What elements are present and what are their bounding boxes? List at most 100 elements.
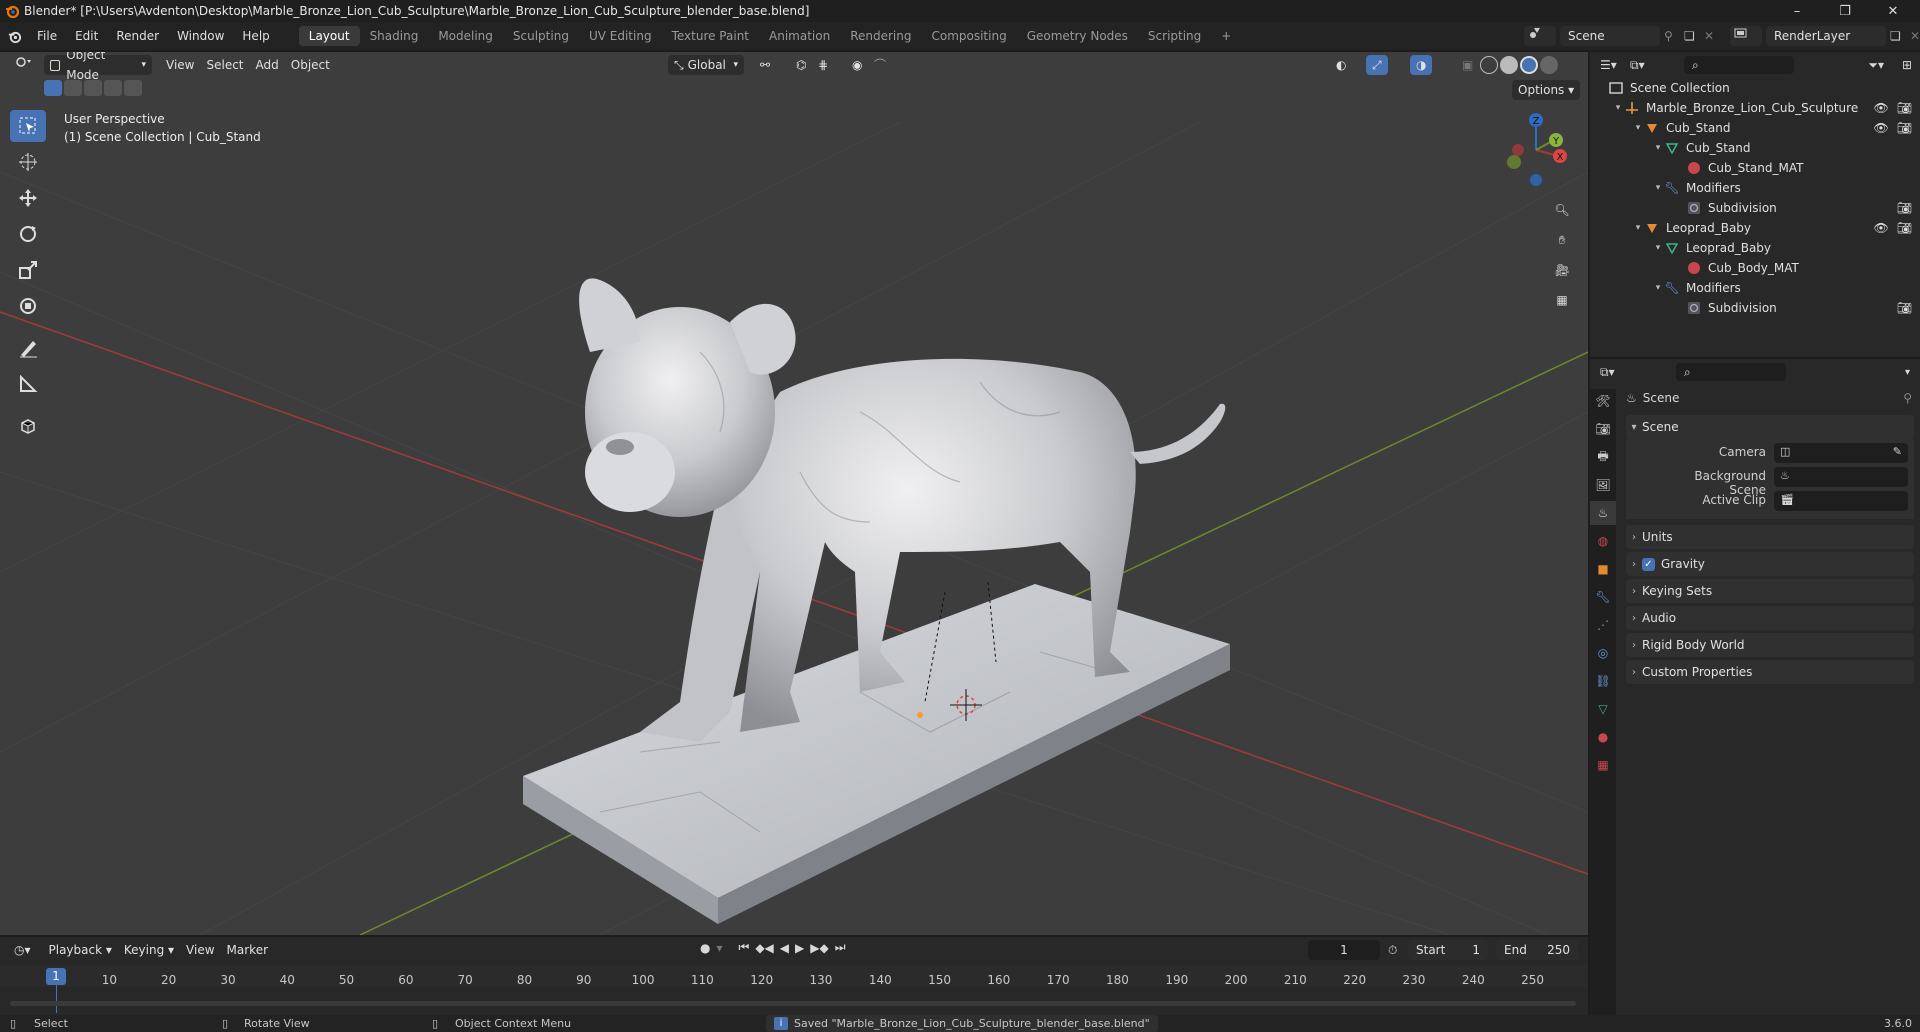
camera-icon[interactable]: 📷︎: [1897, 221, 1912, 235]
tab-modeling[interactable]: Modeling: [428, 26, 503, 46]
perspective-toggle-icon[interactable]: ▦: [1550, 288, 1574, 312]
add-cube-tool[interactable]: [10, 410, 46, 442]
view-layer-field[interactable]: RenderLayer: [1766, 26, 1886, 46]
menu-window[interactable]: Window: [168, 26, 233, 46]
rigid-body-world-panel-header[interactable]: › Rigid Body World: [1626, 633, 1914, 657]
eyedropper-icon[interactable]: ✎: [1893, 445, 1902, 458]
close-button[interactable]: ✕: [1870, 0, 1916, 22]
menu-render[interactable]: Render: [107, 26, 168, 46]
gizmo-toggle-icon[interactable]: ⤢: [1366, 55, 1388, 75]
gizmo-neg-x[interactable]: [1512, 144, 1524, 156]
scene-tab-icon[interactable]: ♨: [1590, 501, 1616, 525]
editor-type-icon[interactable]: [8, 55, 38, 75]
camera-icon[interactable]: 📷︎: [1897, 101, 1912, 115]
pivot-point-icon[interactable]: ⚯: [754, 55, 776, 75]
jump-end-icon[interactable]: ⏭: [835, 940, 846, 955]
eye-icon[interactable]: 👁︎: [1874, 101, 1889, 115]
expand-arrow-icon[interactable]: ▾: [1652, 183, 1664, 193]
gravity-checkbox[interactable]: ✓: [1642, 557, 1655, 571]
cursor-tool[interactable]: [10, 146, 46, 178]
current-frame-field[interactable]: 1: [1308, 940, 1380, 960]
view-layer-browse-icon[interactable]: [1730, 26, 1762, 46]
marker-menu[interactable]: Marker: [221, 940, 274, 960]
subtract-selection-icon[interactable]: [84, 80, 102, 96]
expand-arrow-icon[interactable]: ▾: [1652, 243, 1664, 253]
view-menu[interactable]: View: [160, 55, 200, 75]
timeline-scrollbar[interactable]: [10, 1001, 1576, 1006]
play-reverse-icon[interactable]: ◀: [780, 941, 789, 955]
overlay-toggle-icon[interactable]: ◑: [1410, 55, 1433, 75]
zoom-icon[interactable]: 🔍︎: [1550, 198, 1574, 222]
keying-sets-panel-header[interactable]: › Keying Sets: [1626, 579, 1914, 603]
camera-icon[interactable]: 📷︎: [1897, 201, 1912, 215]
remove-view-layer-icon[interactable]: ✕: [1910, 29, 1920, 43]
pan-hand-icon[interactable]: ✋︎: [1550, 228, 1574, 252]
physics-tab-icon[interactable]: ◎: [1590, 641, 1616, 665]
transform-tool[interactable]: [10, 290, 46, 322]
transform-orientation-dropdown[interactable]: ⤡ Global ▾: [668, 55, 744, 75]
rotate-tool[interactable]: [10, 218, 46, 250]
world-tab-icon[interactable]: ◍: [1590, 529, 1616, 553]
audio-panel-header[interactable]: › Audio: [1626, 606, 1914, 630]
outliner-row-modifiers[interactable]: ▾ 🔧︎ Modifiers: [1590, 278, 1920, 298]
outliner-row-leoprad-baby-mesh[interactable]: ▾ Leoprad_Baby: [1590, 238, 1920, 258]
constraints-tab-icon[interactable]: ⛓︎: [1590, 669, 1616, 693]
end-frame-field[interactable]: End 250: [1496, 940, 1578, 960]
set-selection-icon[interactable]: [44, 80, 62, 96]
pin-icon[interactable]: ⚲: [1664, 29, 1680, 43]
start-frame-field[interactable]: Start 1: [1408, 940, 1488, 960]
prev-keyframe-icon[interactable]: ◆◀: [755, 941, 773, 955]
pin-icon[interactable]: ⚲: [1903, 391, 1912, 405]
outliner-row-cub-body-mat[interactable]: Cub_Body_MAT: [1590, 258, 1920, 278]
mode-dropdown[interactable]: Object Mode ▾: [44, 52, 152, 82]
camera-field[interactable]: ◫ ✎: [1774, 443, 1908, 463]
proportional-edit-icon[interactable]: ◉: [846, 55, 868, 75]
units-panel-header[interactable]: › Units: [1626, 525, 1914, 549]
xray-icon[interactable]: ▣: [1456, 55, 1479, 75]
tab-uv-editing[interactable]: UV Editing: [579, 26, 662, 46]
outliner-row-subdivision[interactable]: Subdivision 📷︎: [1590, 298, 1920, 318]
tab-shading[interactable]: Shading: [360, 26, 429, 46]
scene-name-field[interactable]: Scene: [1560, 26, 1660, 46]
timeline-editor-type-icon[interactable]: ◷▾: [8, 940, 37, 960]
particles-tab-icon[interactable]: ⋰: [1590, 613, 1616, 637]
3d-viewport[interactable]: Object Mode ▾ View Select Add Object ⤡ G…: [0, 52, 1588, 935]
rendered-shading-icon[interactable]: [1540, 56, 1558, 74]
display-mode-icon[interactable]: ⧉▾: [1630, 58, 1660, 73]
intersect-selection-icon[interactable]: [124, 80, 142, 96]
material-preview-shading-icon[interactable]: [1520, 56, 1538, 74]
expand-arrow-icon[interactable]: ▾: [1652, 143, 1664, 153]
outliner-row-leoprad-baby[interactable]: ▾ Leoprad_Baby 👁︎ 📷︎: [1590, 218, 1920, 238]
camera-view-icon[interactable]: 🎥︎: [1550, 258, 1574, 282]
expand-arrow-icon[interactable]: ▾: [1612, 103, 1624, 113]
camera-icon[interactable]: 📷︎: [1897, 121, 1912, 135]
view-menu[interactable]: View: [180, 940, 220, 960]
outliner-row-scene-collection[interactable]: Scene Collection: [1590, 78, 1920, 98]
eye-icon[interactable]: 👁︎: [1874, 121, 1889, 135]
eye-icon[interactable]: 👁︎: [1874, 221, 1889, 235]
texture-tab-icon[interactable]: ▦: [1590, 753, 1616, 777]
play-icon[interactable]: ▶: [795, 941, 804, 955]
record-icon[interactable]: ●: [700, 941, 710, 955]
add-workspace-button[interactable]: +: [1211, 26, 1241, 46]
outliner-row-cub-stand[interactable]: ▾ Cub_Stand 👁︎ 📷︎: [1590, 118, 1920, 138]
annotate-tool[interactable]: [10, 332, 46, 364]
options-dropdown[interactable]: Options ▾: [1512, 80, 1581, 100]
outliner-search-input[interactable]: ⌕: [1684, 56, 1794, 74]
select-box-tool[interactable]: [10, 110, 46, 142]
outliner-row-cub-stand-mesh[interactable]: ▾ Cub_Stand: [1590, 138, 1920, 158]
move-tool[interactable]: [10, 182, 46, 214]
falloff-icon[interactable]: ⌒: [868, 55, 892, 75]
outliner-row-cub-stand-mat[interactable]: Cub_Stand_MAT: [1590, 158, 1920, 178]
object-menu[interactable]: Object: [285, 55, 336, 75]
expand-arrow-icon[interactable]: ▾: [1632, 123, 1644, 133]
outliner-row-sculpture-empty[interactable]: ▾ Marble_Bronze_Lion_Cub_Sculpture 👁︎ 📷︎: [1590, 98, 1920, 118]
snap-icon[interactable]: ⌬: [790, 55, 812, 75]
blender-menu-icon[interactable]: [0, 29, 28, 44]
chevron-down-icon[interactable]: ▾: [716, 941, 722, 955]
properties-editor-type-icon[interactable]: ⧉▾: [1600, 365, 1630, 380]
remove-scene-icon[interactable]: ✕: [1704, 29, 1718, 43]
minimize-button[interactable]: –: [1774, 0, 1820, 22]
visibility-icon[interactable]: ◐: [1330, 55, 1352, 75]
keying-menu[interactable]: Keying ▾: [118, 940, 180, 960]
